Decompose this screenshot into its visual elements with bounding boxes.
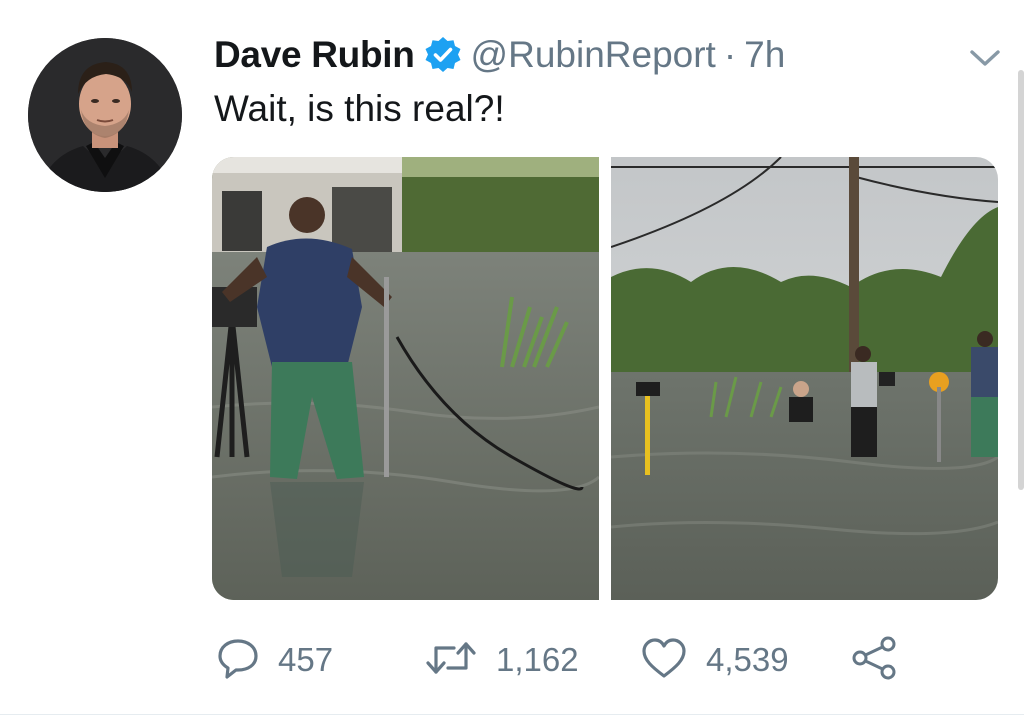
share-icon	[850, 634, 898, 687]
reply-count: 457	[278, 641, 334, 678]
chevron-down-icon[interactable]	[966, 44, 1004, 72]
retweet-icon	[424, 636, 478, 685]
verified-badge-icon	[423, 35, 463, 75]
separator-dot: ·	[723, 34, 737, 75]
media-grid	[212, 157, 998, 600]
author-name[interactable]: Dave Rubin	[214, 34, 415, 76]
reply-button[interactable]: 457	[216, 630, 333, 690]
timestamp[interactable]: 7h	[744, 34, 785, 76]
reply-icon	[216, 636, 260, 685]
tweet-card[interactable]: Dave Rubin @RubinReport · 7h Wait, is th…	[0, 0, 1024, 728]
like-count: 4,539	[706, 641, 789, 678]
author-handle[interactable]: @RubinReport	[471, 34, 716, 76]
scrollbar[interactable]	[1018, 70, 1024, 490]
avatar[interactable]	[28, 38, 182, 192]
retweet-count: 1,162	[496, 641, 579, 678]
tweet-actions: 457 1,162 4,539	[0, 630, 1024, 690]
photo-flooded-street-crew[interactable]	[611, 157, 998, 600]
heart-icon	[640, 636, 688, 685]
photo-flooded-street-cameraman[interactable]	[212, 157, 599, 600]
tweet-text: Wait, is this real?!	[214, 88, 505, 129]
divider	[0, 714, 1024, 715]
photo-divider	[599, 157, 611, 600]
like-button[interactable]: 4,539	[640, 630, 789, 690]
tweet-header: Dave Rubin @RubinReport · 7h	[214, 30, 785, 80]
share-button[interactable]	[850, 630, 898, 690]
retweet-button[interactable]: 1,162	[424, 630, 579, 690]
